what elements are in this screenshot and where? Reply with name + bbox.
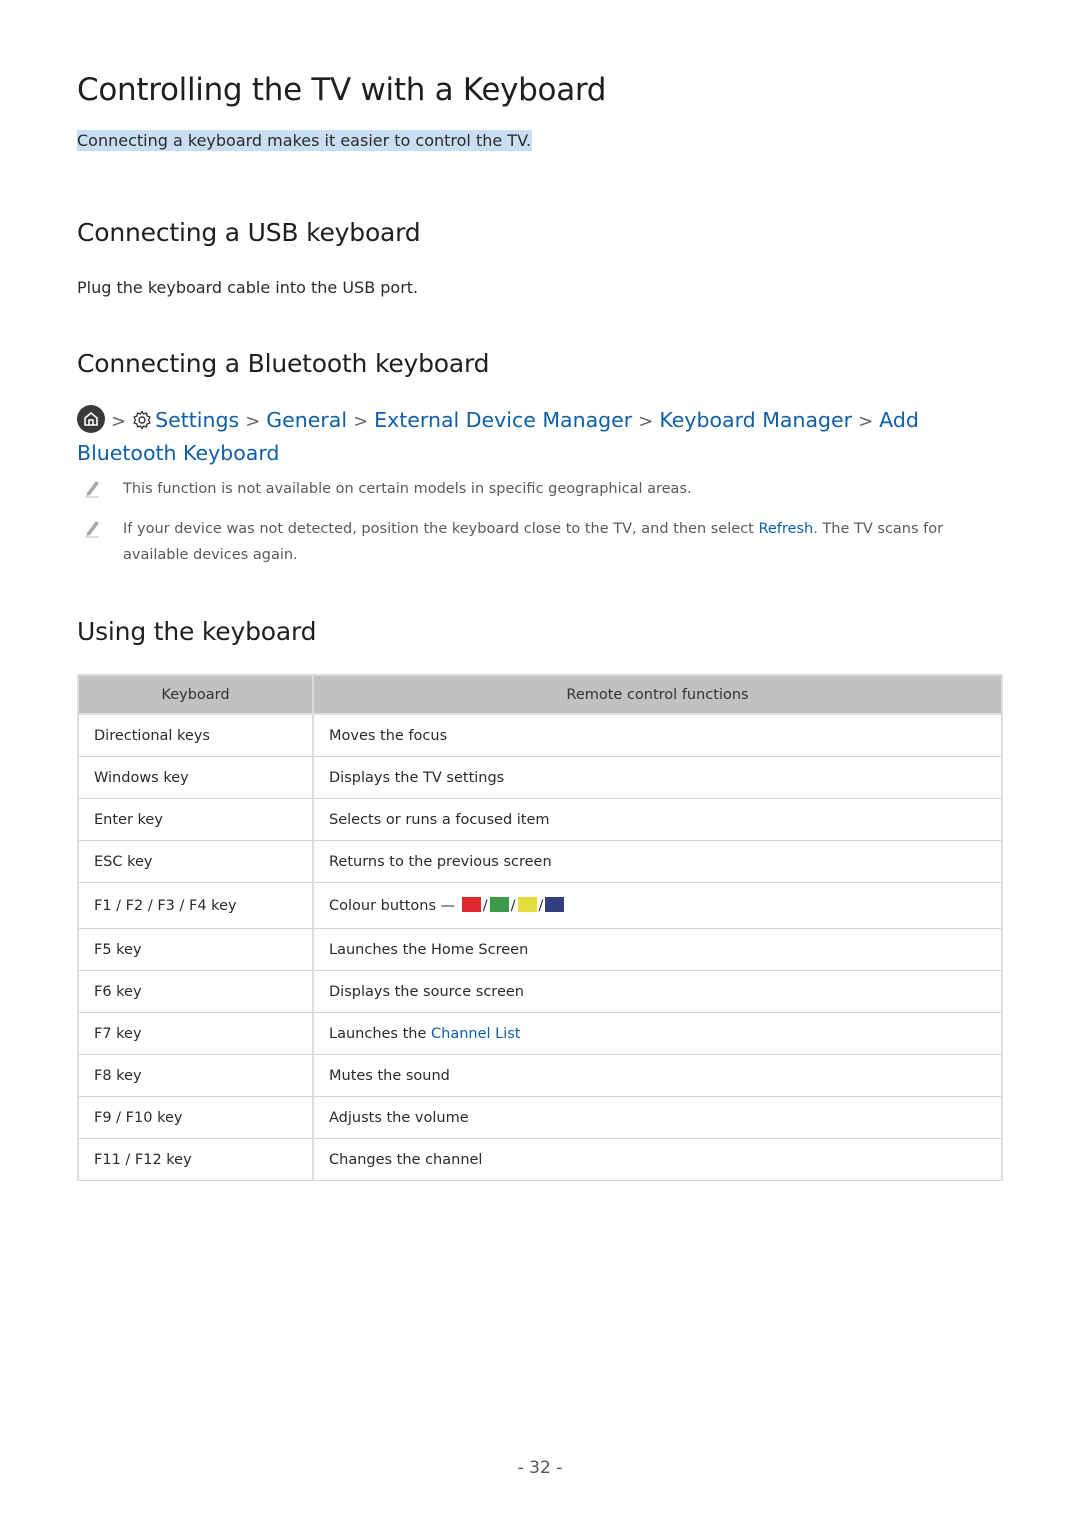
function-cell: Selects or runs a focused item <box>312 798 1003 841</box>
function-cell: Returns to the previous screen <box>312 840 1003 883</box>
page-title: Controlling the TV with a Keyboard <box>77 72 607 108</box>
table-row: F7 key Launches the Channel List <box>77 1012 1003 1055</box>
header-remote-functions: Remote control functions <box>312 674 1003 715</box>
table-row: Enter key Selects or runs a focused item <box>77 798 1003 841</box>
usb-text: Plug the keyboard cable into the USB por… <box>77 278 419 297</box>
function-cell: Displays the TV settings <box>312 756 1003 799</box>
header-keyboard: Keyboard <box>77 674 314 715</box>
key-cell: Directional keys <box>77 713 314 757</box>
note-text: This function is not available on certai… <box>123 481 692 497</box>
blue-button-swatch <box>545 897 565 912</box>
separator: / <box>538 898 544 914</box>
table-row: Windows key Displays the TV settings <box>77 756 1003 799</box>
path-item-keyboard-manager[interactable]: Keyboard Manager <box>659 408 852 432</box>
function-cell: Mutes the sound <box>312 1054 1003 1097</box>
chevron-right-icon: > <box>638 411 654 432</box>
function-cell: Launches the Home Screen <box>312 928 1003 971</box>
pencil-icon <box>83 478 101 507</box>
intro-text: Connecting a keyboard makes it easier to… <box>77 130 533 151</box>
table-header-row: Keyboard Remote control functions <box>77 674 1003 715</box>
channel-list-link[interactable]: Channel List <box>431 1026 521 1042</box>
path-item-settings[interactable]: Settings <box>155 408 239 432</box>
table-row: F6 key Displays the source screen <box>77 970 1003 1013</box>
key-cell: F1 / F2 / F3 / F4 key <box>77 882 314 929</box>
refresh-link[interactable]: Refresh <box>758 521 813 537</box>
menu-path: > Settings > General > External Device Manage… <box>77 405 1003 468</box>
chevron-right-icon: > <box>858 411 874 432</box>
home-icon <box>77 405 105 433</box>
chevron-right-icon: > <box>245 411 261 432</box>
using-heading: Using the keyboard <box>77 617 317 646</box>
function-cell: Adjusts the volume <box>312 1096 1003 1139</box>
yellow-button-swatch <box>517 897 537 912</box>
green-button-swatch <box>489 897 509 912</box>
usb-heading: Connecting a USB keyboard <box>77 218 421 247</box>
table-row: F8 key Mutes the sound <box>77 1054 1003 1097</box>
key-cell: ESC key <box>77 840 314 883</box>
table-row: F5 key Launches the Home Screen <box>77 928 1003 971</box>
function-cell: Changes the channel <box>312 1138 1003 1181</box>
page-number: - 32 - <box>517 1458 563 1478</box>
note-text-part: If your device was not detected, positio… <box>123 521 759 537</box>
note-text: If your device was not detected, positio… <box>123 516 1003 568</box>
function-cell: Moves the focus <box>312 713 1003 757</box>
key-cell: F7 key <box>77 1012 314 1055</box>
key-cell: F5 key <box>77 928 314 971</box>
function-cell: Colour buttons — / / / <box>312 882 1003 929</box>
function-text: Launches the <box>329 1025 431 1042</box>
table-row: ESC key Returns to the previous screen <box>77 840 1003 883</box>
table-row: Directional keys Moves the focus <box>77 713 1003 757</box>
chevron-right-icon: > <box>353 411 369 432</box>
separator: / <box>482 898 488 914</box>
bluetooth-heading: Connecting a Bluetooth keyboard <box>77 349 490 378</box>
key-cell: Windows key <box>77 756 314 799</box>
key-cell: F6 key <box>77 970 314 1013</box>
key-cell: F9 / F10 key <box>77 1096 314 1139</box>
pencil-icon <box>83 518 101 547</box>
function-cell: Displays the source screen <box>312 970 1003 1013</box>
chevron-right-icon: > <box>111 411 127 432</box>
key-cell: Enter key <box>77 798 314 841</box>
path-item-general[interactable]: General <box>266 408 347 432</box>
separator: / <box>510 898 516 914</box>
key-cell: F8 key <box>77 1054 314 1097</box>
function-cell: Launches the Channel List <box>312 1012 1003 1055</box>
path-item-external-device-manager[interactable]: External Device Manager <box>374 408 632 432</box>
key-cell: F11 / F12 key <box>77 1138 314 1181</box>
red-button-swatch <box>461 897 481 912</box>
gear-icon <box>132 408 152 438</box>
colour-buttons-label: Colour buttons — <box>329 898 456 914</box>
table-row: F1 / F2 / F3 / F4 key Colour buttons — / /… <box>77 882 1003 929</box>
table-row: F9 / F10 key Adjusts the volume <box>77 1096 1003 1139</box>
keyboard-functions-table: Keyboard Remote control functions Direct… <box>77 674 1003 1181</box>
table-row: F11 / F12 key Changes the channel <box>77 1138 1003 1181</box>
